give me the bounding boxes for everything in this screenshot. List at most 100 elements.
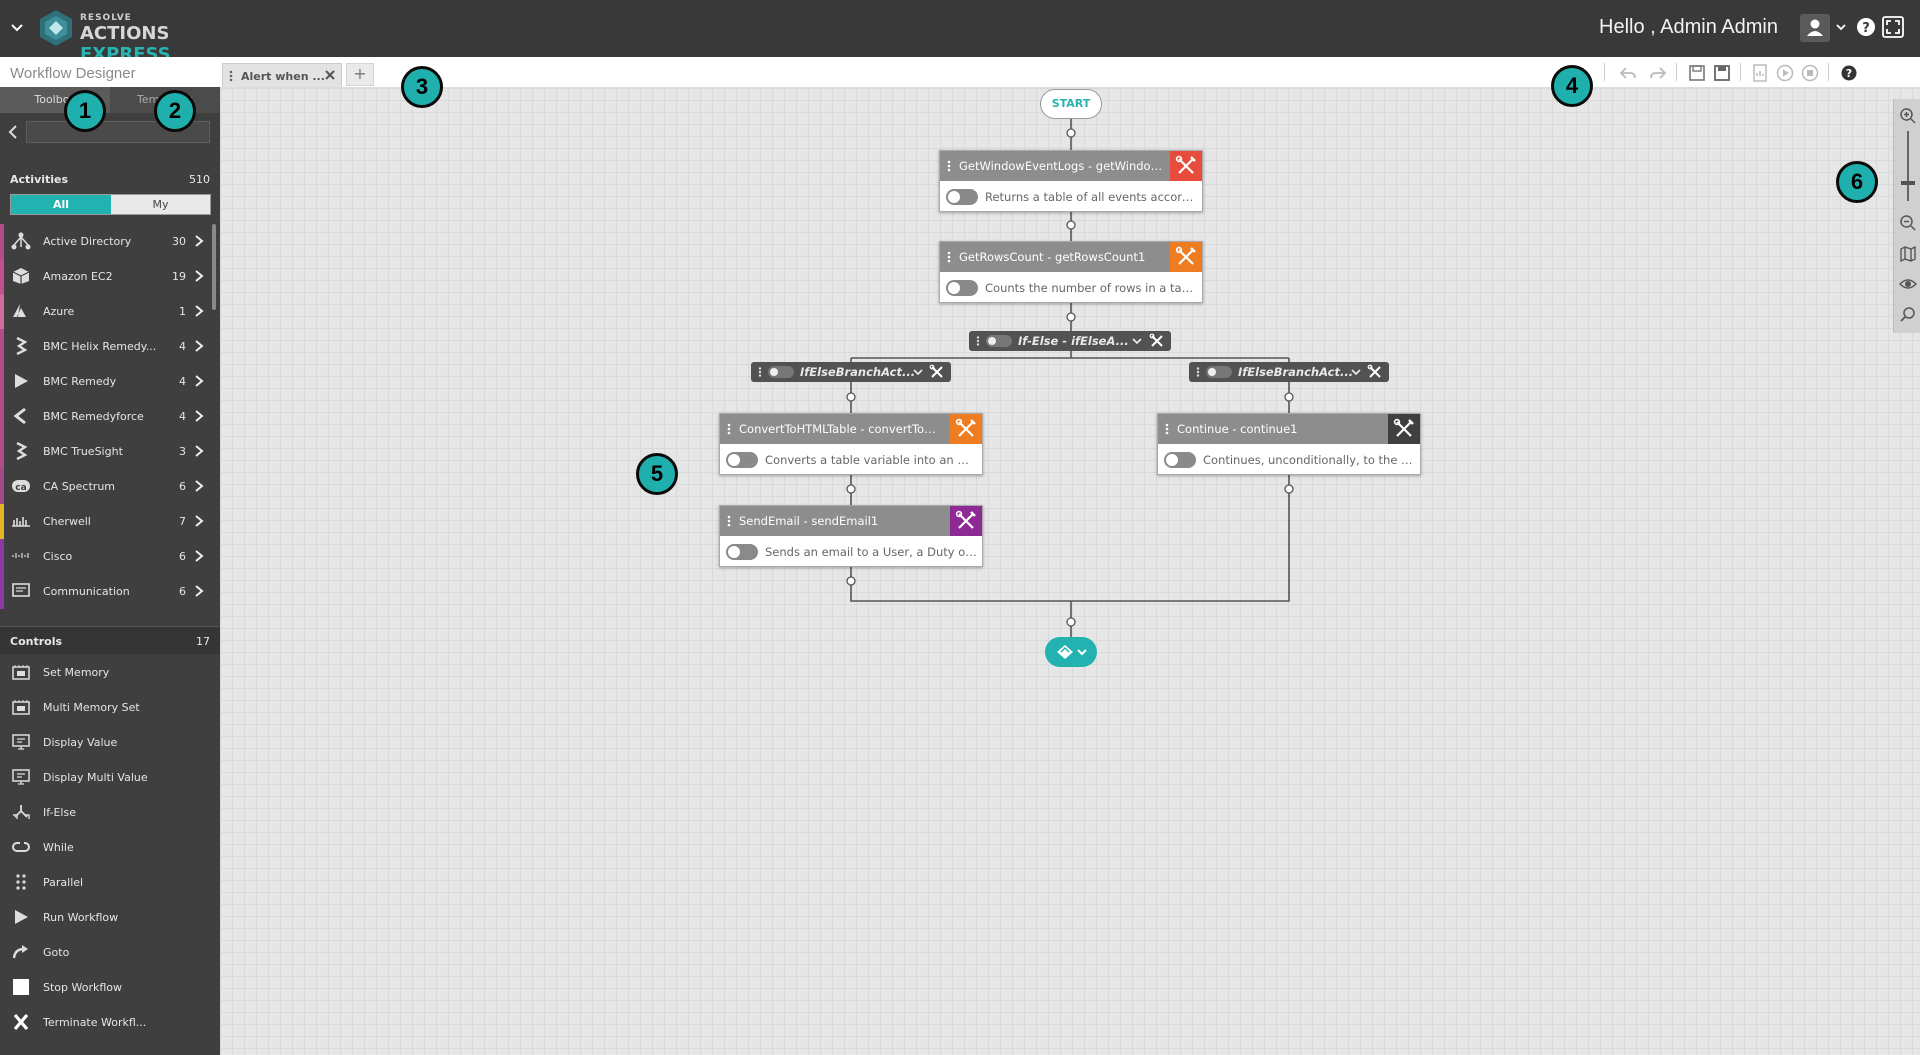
activity-item-bmc-remedy[interactable]: BMC Remedy 4 (0, 364, 212, 399)
add-end-node-button[interactable] (1045, 637, 1097, 667)
activity-item-bmc-remedyforce[interactable]: BMC Remedyforce 4 (0, 399, 212, 434)
control-item-display-value[interactable]: Display Value (0, 725, 220, 760)
save-as-icon[interactable] (1712, 63, 1732, 83)
tools-icon[interactable] (1149, 333, 1165, 349)
chevron-down-icon[interactable] (1132, 337, 1142, 345)
stop-circle-icon[interactable] (1800, 63, 1820, 83)
drag-handle-icon[interactable] (976, 336, 980, 346)
start-node[interactable]: START (1040, 89, 1102, 119)
if-else-branch-right[interactable]: IfElseBranchAct... (1189, 362, 1389, 382)
node-enable-toggle[interactable] (1164, 452, 1196, 468)
drag-handle-icon[interactable] (1165, 423, 1169, 435)
callout-marker-4: 4 (1551, 65, 1593, 107)
activity-node-get-rows-count[interactable]: GetRowsCount - getRowsCount1 Counts the … (939, 241, 1203, 303)
node-enable-toggle[interactable] (726, 452, 758, 468)
help-icon[interactable]: ? (1839, 63, 1859, 83)
activity-item-bmc-truesight[interactable]: BMC TrueSight 3 (0, 434, 212, 469)
drag-handle-icon[interactable] (947, 251, 951, 263)
play-circle-icon[interactable] (1775, 63, 1795, 83)
control-item-set-memory[interactable]: Set Memory (0, 655, 220, 690)
chevron-down-icon[interactable] (913, 368, 923, 376)
eye-icon[interactable] (1899, 275, 1917, 293)
filter-my-button[interactable]: My (111, 195, 210, 214)
node-enable-toggle[interactable] (768, 366, 794, 378)
zoom-slider-handle[interactable] (1901, 181, 1915, 185)
if-else-branch-left[interactable]: IfElseBranchAct... (751, 362, 951, 382)
tools-icon[interactable] (929, 364, 945, 380)
category-color-bar (0, 294, 4, 329)
control-item-goto[interactable]: Goto (0, 935, 220, 970)
control-item-terminate-workflow[interactable]: Terminate Workfl... (0, 1005, 220, 1040)
chevron-down-icon[interactable] (1834, 20, 1848, 34)
node-settings-button[interactable] (1170, 151, 1202, 181)
map-icon[interactable] (1899, 245, 1917, 263)
drag-handle-icon[interactable] (758, 367, 762, 377)
close-icon[interactable] (325, 70, 335, 80)
node-settings-button[interactable] (950, 506, 982, 536)
activity-item-communication[interactable]: Communication 6 (0, 574, 212, 609)
activity-count: 3 (179, 445, 186, 458)
save-icon[interactable] (1687, 63, 1707, 83)
drag-handle-icon[interactable] (229, 70, 233, 82)
help-icon[interactable]: ? (1856, 17, 1876, 37)
node-enable-toggle[interactable] (1206, 366, 1232, 378)
add-tab-button[interactable]: + (346, 63, 374, 86)
tools-icon (955, 418, 976, 437)
control-item-while[interactable]: While (0, 830, 220, 865)
memory-icon (12, 665, 30, 680)
report-icon[interactable] (1750, 63, 1770, 83)
zoom-slider-track[interactable] (1907, 131, 1909, 201)
tools-icon (1393, 418, 1414, 437)
activity-node-get-window-event-logs[interactable]: GetWindowEventLogs - getWindowE... Retur… (939, 150, 1203, 212)
user-menu-button[interactable] (1800, 14, 1830, 42)
chevron-down-icon[interactable] (8, 18, 26, 36)
bmc-icon (16, 337, 28, 355)
workflow-canvas[interactable]: START GetWindowEventLogs - getWindowE...… (220, 88, 1920, 1055)
category-color-bar (0, 539, 4, 574)
node-settings-button[interactable] (1170, 242, 1202, 272)
activity-item-bmc-helix-remedy[interactable]: BMC Helix Remedy... 4 (0, 329, 212, 364)
chevron-left-icon[interactable] (6, 124, 20, 140)
drag-handle-icon[interactable] (1196, 367, 1200, 377)
control-item-parallel[interactable]: Parallel (0, 865, 220, 900)
drag-handle-icon[interactable] (727, 423, 731, 435)
zoom-in-icon[interactable] (1899, 107, 1917, 125)
activity-item-ca-spectrum[interactable]: ca CA Spectrum 6 (0, 469, 212, 504)
control-item-if-else[interactable]: If-Else (0, 795, 220, 830)
zoom-out-icon[interactable] (1899, 214, 1917, 232)
activity-list-scrollbar[interactable] (212, 224, 216, 310)
drag-handle-icon[interactable] (947, 160, 951, 172)
control-item-run-workflow[interactable]: Run Workflow (0, 900, 220, 935)
activity-item-amazon-ec2[interactable]: Amazon EC2 19 (0, 259, 212, 294)
node-enable-toggle[interactable] (726, 544, 758, 560)
node-enable-toggle[interactable] (986, 335, 1012, 347)
node-title: ConvertToHTMLTable - convertToHT... (739, 422, 944, 436)
control-item-stop-workflow[interactable]: Stop Workflow (0, 970, 220, 1005)
activity-item-azure[interactable]: Azure 1 (0, 294, 212, 329)
control-label: Set Memory (43, 666, 110, 679)
tab-workflow-alert[interactable]: Alert when ... (222, 63, 342, 87)
app-logo[interactable]: RESOLVE ACTIONS EXPRESS (40, 8, 210, 65)
node-enable-toggle[interactable] (946, 280, 978, 296)
if-else-node[interactable]: If-Else - ifElseA... (969, 331, 1171, 351)
redo-icon[interactable] (1648, 63, 1668, 83)
activity-item-cisco[interactable]: Cisco 6 (0, 539, 212, 574)
search-icon[interactable] (1899, 305, 1917, 323)
drag-handle-icon[interactable] (727, 515, 731, 527)
undo-icon[interactable] (1618, 63, 1638, 83)
node-settings-button[interactable] (950, 414, 982, 444)
chevron-down-icon[interactable] (1351, 368, 1361, 376)
activity-node-convert-to-html-table[interactable]: ConvertToHTMLTable - convertToHT... Conv… (719, 413, 983, 475)
cube-icon (12, 268, 30, 284)
activity-item-cherwell[interactable]: Cherwell 7 (0, 504, 212, 539)
node-enable-toggle[interactable] (946, 189, 978, 205)
filter-all-button[interactable]: All (11, 195, 111, 214)
activity-node-continue[interactable]: Continue - continue1 Continues, uncondit… (1157, 413, 1421, 475)
control-item-display-multi-value[interactable]: Display Multi Value (0, 760, 220, 795)
tools-icon[interactable] (1367, 364, 1383, 380)
fullscreen-icon[interactable] (1882, 16, 1904, 38)
activity-node-send-email[interactable]: SendEmail - sendEmail1 Sends an email to… (719, 505, 983, 567)
control-item-multi-memory-set[interactable]: Multi Memory Set (0, 690, 220, 725)
activity-item-active-directory[interactable]: Active Directory 30 (0, 224, 212, 259)
node-settings-button[interactable] (1388, 414, 1420, 444)
